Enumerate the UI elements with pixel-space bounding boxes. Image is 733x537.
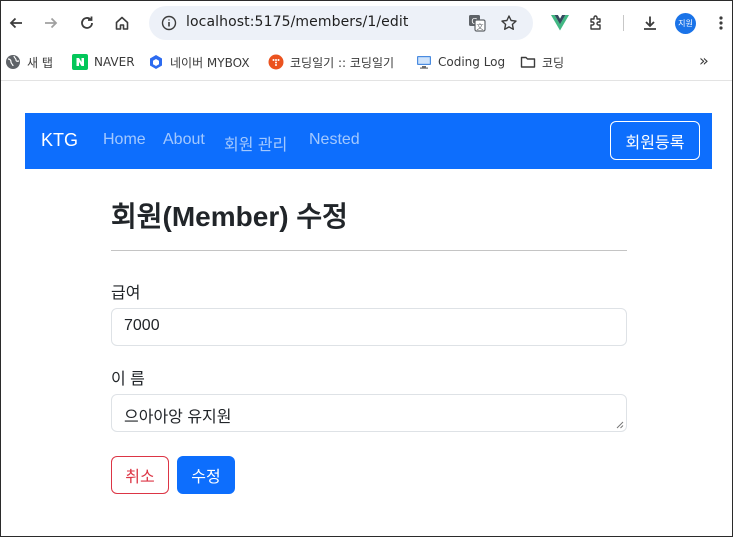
chrome-separator	[1, 80, 732, 81]
toolbar-divider	[623, 15, 624, 31]
cancel-button[interactable]: 취소	[111, 456, 169, 494]
bookmark-new-tab[interactable]: 새 탭	[5, 51, 53, 73]
page-title: 회원(Member) 수정	[111, 201, 348, 232]
submit-edit-button[interactable]: 수정	[177, 456, 235, 494]
translate-icon[interactable]: G文	[465, 11, 489, 35]
address-bar[interactable]: localhost:5175/members/1/edit G文	[149, 6, 533, 40]
bookmark-coding-log[interactable]: Coding Log	[416, 51, 505, 73]
title-divider	[111, 250, 627, 251]
back-icon[interactable]	[2, 9, 30, 37]
salary-label: 급여	[111, 285, 141, 302]
register-member-button[interactable]: 회원등록	[610, 121, 700, 160]
download-icon[interactable]	[636, 9, 664, 37]
browser-toolbar: localhost:5175/members/1/edit G文 지원	[1, 1, 732, 45]
bookmark-label: Coding Log	[438, 55, 506, 69]
bookmark-label: 새 탭	[27, 55, 53, 70]
bookmarks-overflow-icon[interactable]: »	[699, 51, 709, 70]
navbar: KTG Home About 회원 관리 Nested 회원등록	[25, 113, 712, 169]
bookmark-naver[interactable]: NAVER	[72, 51, 135, 73]
home-icon[interactable]	[108, 9, 136, 37]
resize-grip-icon[interactable]	[616, 421, 624, 429]
nav-link-home[interactable]: Home	[103, 131, 146, 149]
nav-link-nested[interactable]: Nested	[309, 131, 360, 149]
url-text[interactable]: localhost:5175/members/1/edit	[186, 14, 408, 30]
name-textarea[interactable]: 으아아앙 유지원	[111, 394, 627, 432]
menu-kebab-icon[interactable]	[707, 9, 733, 37]
nav-link-member-management[interactable]: 회원 관리	[224, 131, 287, 155]
bookmark-label: 코딩	[542, 55, 565, 70]
tistory-icon	[268, 54, 284, 70]
site-info-icon[interactable]	[157, 11, 181, 35]
mybox-icon	[148, 54, 164, 70]
bookmark-coding-diary[interactable]: 코딩일기 :: 코딩일기	[268, 51, 394, 73]
profile-avatar[interactable]: 지원	[675, 13, 696, 34]
monitor-icon	[416, 54, 432, 70]
extensions-icon[interactable]	[583, 9, 611, 37]
bookmark-folder-coding[interactable]: 코딩	[520, 51, 564, 73]
name-textarea-value: 으아아앙 유지원	[124, 409, 232, 426]
bookmark-label: 네이버 MYBOX	[170, 55, 250, 70]
reload-icon[interactable]	[73, 9, 101, 37]
salary-input[interactable]: 7000	[111, 308, 627, 346]
bookmark-star-icon[interactable]	[497, 11, 521, 35]
bookmark-mybox[interactable]: 네이버 MYBOX	[148, 51, 250, 73]
nav-link-about[interactable]: About	[163, 131, 205, 149]
salary-input-value: 7000	[124, 317, 160, 334]
globe-icon	[5, 54, 21, 70]
navbar-brand[interactable]: KTG	[41, 130, 78, 151]
forward-icon[interactable]	[37, 9, 65, 37]
svg-text:文: 文	[477, 22, 484, 31]
bookmark-label: 코딩일기 :: 코딩일기	[290, 55, 395, 70]
bookmarks-bar: 새 탭 NAVER 네이버 MYBOX 코딩일기 :: 코딩일기 Coding …	[1, 45, 732, 79]
folder-icon	[520, 54, 536, 70]
bookmark-label: NAVER	[94, 55, 135, 69]
naver-icon	[72, 54, 88, 70]
name-label: 이 름	[111, 371, 145, 388]
vue-devtools-icon[interactable]	[546, 9, 574, 37]
